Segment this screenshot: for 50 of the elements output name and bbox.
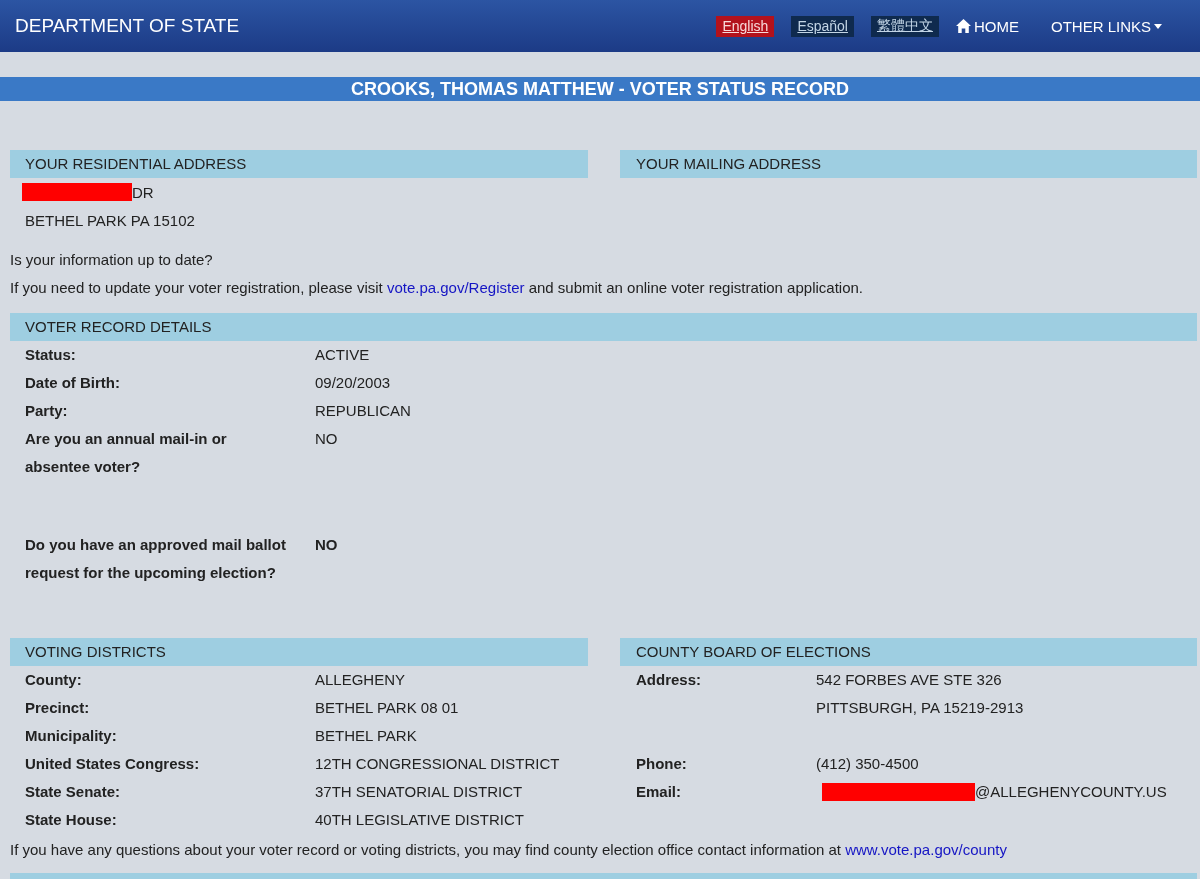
field-label: Date of Birth: [25,373,121,393]
field-value: (412) 350-4500 [816,754,919,774]
field-label: Are you an annual mail-in or absentee voter? [25,429,228,477]
page-title-banner: CROOKS, THOMAS MATTHEW - VOTER STATUS RECORD [0,77,1200,101]
section-header: YOUR MAILING ADDRESS [620,150,1197,178]
county-link[interactable]: www.vote.pa.gov/county [845,841,1007,858]
contact-info-text: If you have any questions about your voter record or voting districts, you may find county election office contact information at www.vote.pa.gov/county [9,840,1008,860]
field-value: 12TH CONGRESSIONAL DISTRICT [315,754,560,774]
address-line: BETHEL PARK PA 15102 [25,211,195,229]
field-value: ALLEGHENY [315,670,406,690]
section-header: VOTER RECORD DETAILS [10,313,1197,341]
field-value: 37TH SENATORIAL DISTRICT [315,782,523,802]
home-icon [955,19,971,33]
field-value: BETHEL PARK [315,726,417,746]
field-label: County: [25,670,83,690]
field-value: ACTIVE [315,345,370,365]
field-label: Status: [25,345,77,365]
field-label: United States Congress: [25,754,201,774]
field-label: Precinct: [25,698,91,718]
field-value: 542 FORBES AVE STE 326 [816,670,1002,690]
field-label: State House: [25,810,118,830]
field-value: 40TH LEGISLATIVE DISTRICT [315,810,524,830]
field-value: REPUBLICAN [315,401,411,421]
info-question: Is your information up to date? [10,250,214,270]
field-value: PITTSBURGH, PA 15219-2913 [816,698,1024,718]
field-label: Do you have an approved mail ballot request for the upcoming election? [25,535,287,583]
field-value: NO [315,429,338,449]
update-instructions: If you need to update your voter registration, please visit vote.pa.gov/Register and submit an online voter registration application. [10,278,864,298]
field-value: BETHEL PARK 08 01 [315,698,459,718]
field-label: Email: [636,782,682,802]
section-header: COUNTY BOARD OF ELECTIONS [620,638,1197,666]
field-value: @ALLEGHENYCOUNTY.US [975,782,1167,802]
field-label: State Senate: [25,782,122,802]
address-line: DR [132,183,154,201]
register-link[interactable]: vote.pa.gov/Register [386,279,525,296]
field-label: Phone: [636,754,688,774]
field-label: Address: [636,670,703,690]
language-link[interactable]: 繁體中文 [870,15,939,37]
caret-icon [1154,23,1162,29]
home-link[interactable]: HOME [955,17,1019,35]
field-value: 09/20/2003 [315,373,391,393]
section-header: VOTING DISTRICTS [10,638,588,666]
field-value: NO [315,535,338,555]
field-label: Party: [25,401,69,421]
language-link[interactable]: Español [791,15,854,37]
field-label: Municipality: [25,726,118,746]
other-links-menu[interactable]: OTHER LINKS [1050,17,1162,35]
site-title: DEPARTMENT OF STATE [15,15,240,37]
language-link[interactable]: English [716,15,775,37]
section-header: YOUR RESIDENTIAL ADDRESS [10,150,588,178]
